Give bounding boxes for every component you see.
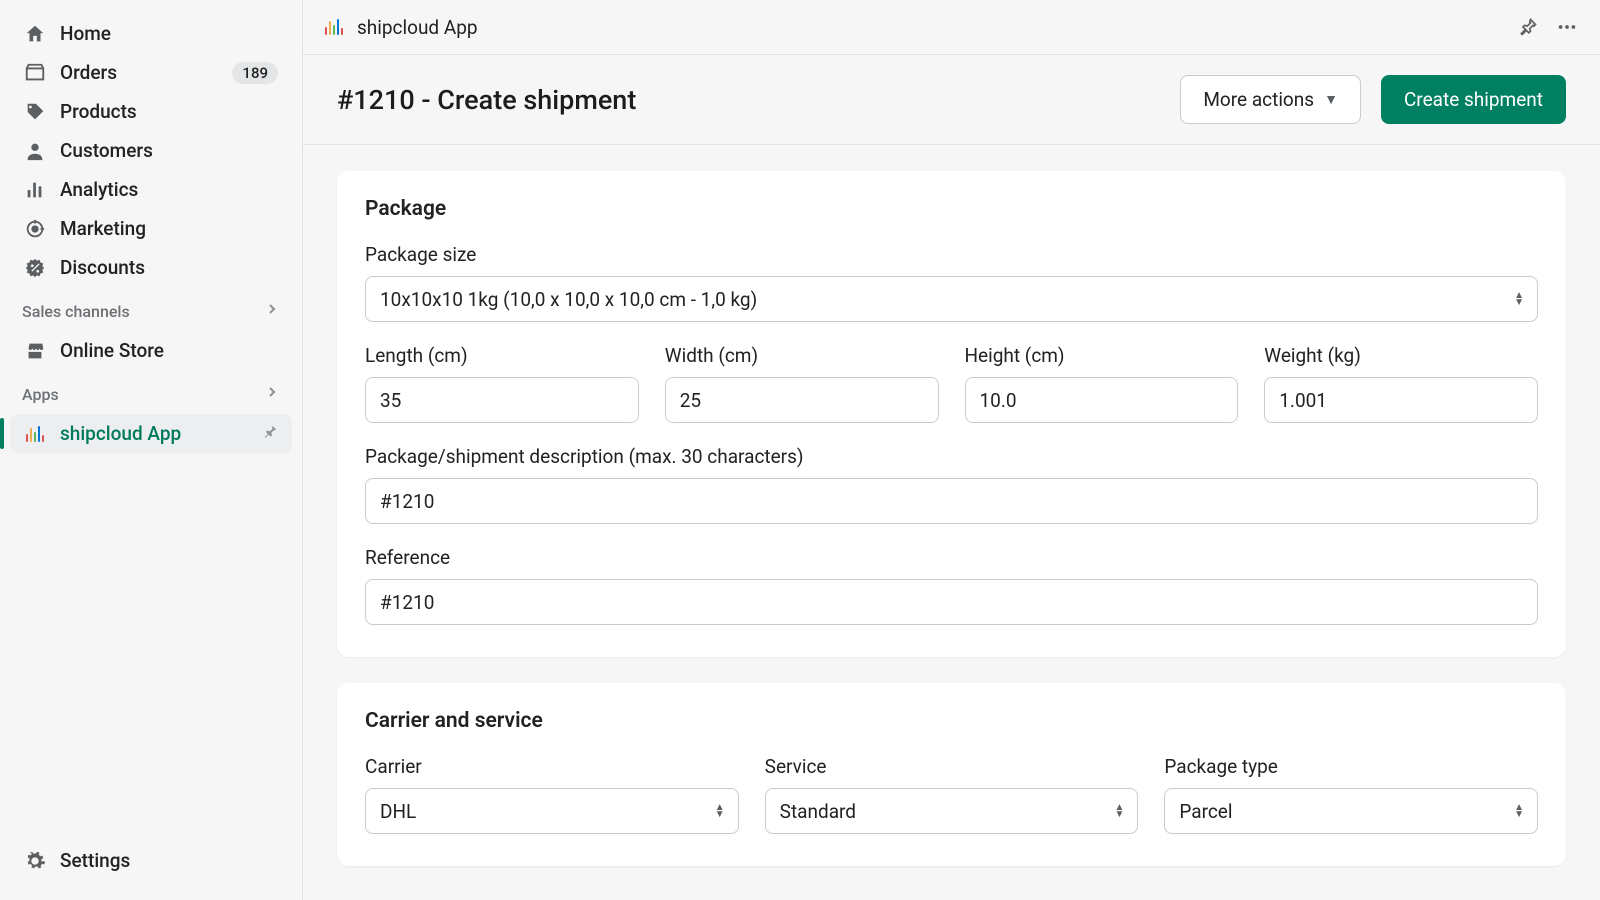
- topbar-title: shipcloud App: [357, 16, 478, 39]
- create-shipment-button[interactable]: Create shipment: [1381, 75, 1566, 124]
- sidebar-item-label: Customers: [60, 139, 153, 162]
- sidebar-item-label: Products: [60, 100, 137, 123]
- reference-label: Reference: [365, 546, 1538, 569]
- sidebar-item-products[interactable]: Products: [10, 92, 292, 131]
- page-title: #1210 - Create shipment: [337, 84, 636, 116]
- sidebar-item-label: Settings: [60, 849, 130, 872]
- sidebar-item-label: Online Store: [60, 339, 164, 362]
- pin-button[interactable]: [1518, 17, 1538, 37]
- sidebar-item-label: shipcloud App: [60, 422, 181, 445]
- sidebar-item-analytics[interactable]: Analytics: [10, 170, 292, 209]
- section-label: Sales channels: [22, 302, 130, 321]
- width-input[interactable]: [665, 377, 939, 423]
- package-type-label: Package type: [1164, 755, 1538, 778]
- pin-icon: [262, 422, 278, 445]
- height-input[interactable]: [965, 377, 1239, 423]
- package-card: Package Package size ▲▼ Length (cm) Widt…: [337, 171, 1566, 657]
- sidebar-item-marketing[interactable]: Marketing: [10, 209, 292, 248]
- inbox-icon: [24, 62, 46, 84]
- content: Package Package size ▲▼ Length (cm) Widt…: [303, 145, 1600, 900]
- service-label: Service: [765, 755, 1139, 778]
- more-actions-button[interactable]: More actions ▼: [1180, 75, 1361, 124]
- sidebar-item-label: Orders: [60, 61, 117, 84]
- package-size-label: Package size: [365, 243, 1538, 266]
- button-label: More actions: [1203, 88, 1314, 111]
- analytics-icon: [24, 179, 46, 201]
- home-icon: [24, 23, 46, 45]
- page-header: #1210 - Create shipment More actions ▼ C…: [303, 55, 1600, 145]
- width-label: Width (cm): [665, 344, 939, 367]
- sidebar-item-customers[interactable]: Customers: [10, 131, 292, 170]
- card-heading: Package: [365, 197, 1538, 221]
- sidebar: Home Orders 189 Products Customers: [0, 0, 303, 900]
- sidebar-item-home[interactable]: Home: [10, 14, 292, 53]
- sidebar-item-label: Marketing: [60, 217, 146, 240]
- package-size-select[interactable]: [365, 276, 1538, 322]
- carrier-select[interactable]: [365, 788, 739, 834]
- chevron-right-icon: [264, 301, 280, 321]
- sidebar-item-discounts[interactable]: Discounts: [10, 248, 292, 287]
- length-label: Length (cm): [365, 344, 639, 367]
- service-select[interactable]: [765, 788, 1139, 834]
- chevron-right-icon: [264, 384, 280, 404]
- sidebar-item-label: Discounts: [60, 256, 145, 279]
- shipcloud-logo-icon: [24, 426, 46, 442]
- topbar: shipcloud App: [303, 0, 1600, 55]
- package-type-select[interactable]: [1164, 788, 1538, 834]
- main: shipcloud App #1210 - Create shipment Mo…: [303, 0, 1600, 900]
- sidebar-item-label: Analytics: [60, 178, 138, 201]
- sidebar-item-label: Home: [60, 22, 111, 45]
- reference-input[interactable]: [365, 579, 1538, 625]
- height-label: Height (cm): [965, 344, 1239, 367]
- carrier-label: Carrier: [365, 755, 739, 778]
- more-menu-button[interactable]: [1556, 16, 1578, 38]
- card-heading: Carrier and service: [365, 709, 1538, 733]
- description-input[interactable]: [365, 478, 1538, 524]
- sidebar-item-online-store[interactable]: Online Store: [10, 331, 292, 370]
- sidebar-item-settings[interactable]: Settings: [10, 841, 292, 880]
- weight-input[interactable]: [1264, 377, 1538, 423]
- orders-badge: 189: [232, 62, 278, 84]
- section-label: Apps: [22, 385, 59, 404]
- shipcloud-logo-icon: [325, 19, 343, 35]
- description-label: Package/shipment description (max. 30 ch…: [365, 445, 1538, 468]
- sales-channels-header[interactable]: Sales channels: [0, 291, 302, 327]
- discount-icon: [24, 257, 46, 279]
- target-icon: [24, 218, 46, 240]
- store-icon: [24, 340, 46, 362]
- sidebar-item-orders[interactable]: Orders 189: [10, 53, 292, 92]
- gear-icon: [24, 850, 46, 872]
- caret-down-icon: ▼: [1324, 91, 1338, 108]
- person-icon: [24, 140, 46, 162]
- carrier-card: Carrier and service Carrier ▲▼ Service: [337, 683, 1566, 866]
- sidebar-item-shipcloud[interactable]: shipcloud App: [10, 414, 292, 453]
- length-input[interactable]: [365, 377, 639, 423]
- weight-label: Weight (kg): [1264, 344, 1538, 367]
- button-label: Create shipment: [1404, 88, 1543, 111]
- tag-icon: [24, 101, 46, 123]
- apps-header[interactable]: Apps: [0, 374, 302, 410]
